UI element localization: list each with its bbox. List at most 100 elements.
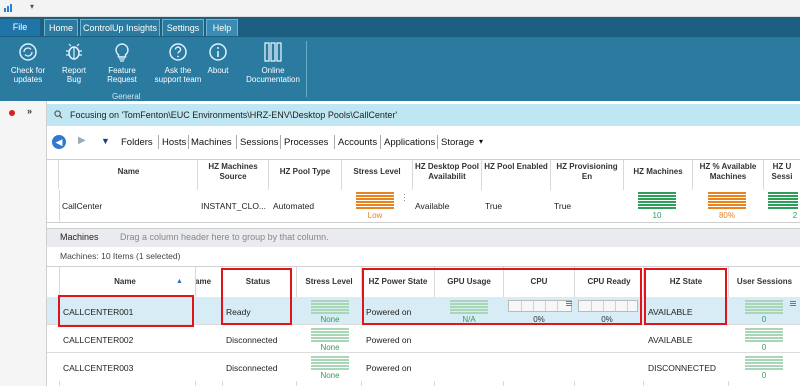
machine-stress: None: [320, 371, 340, 380]
pool-col-pool-type[interactable]: HZ Pool Type: [269, 167, 341, 177]
machine-sessions: 0: [761, 315, 767, 324]
machine-power-state: Powered on: [366, 363, 412, 373]
tab-settings[interactable]: Settings: [162, 19, 204, 36]
ask-support-label: Ask the support team: [154, 66, 202, 84]
pool-col-machines[interactable]: HZ Machines: [624, 167, 692, 177]
online-documentation-button[interactable]: Online Documentation: [244, 41, 302, 84]
forward-arrow-icon[interactable]: ▶: [78, 135, 86, 146]
pool-name: CallCenter: [62, 201, 103, 211]
focus-path-text: Focusing on 'TomFenton\EUC Environments\…: [70, 110, 398, 120]
report-bug-label: Report Bug: [61, 66, 86, 84]
documentation-icon: [264, 42, 282, 62]
stress-gauge: [311, 300, 349, 315]
search-icon: [54, 110, 63, 119]
sessions-gauge: [745, 328, 783, 343]
check-updates-label: Check for updates: [10, 66, 46, 84]
nav-applications[interactable]: Applications: [384, 137, 435, 148]
tab-help[interactable]: Help: [206, 19, 238, 36]
machine-stress: None: [320, 343, 340, 352]
pool-col-provisioning[interactable]: HZ Provisioning En: [551, 162, 623, 182]
app-icon: [4, 4, 14, 12]
sessions-gauge: [768, 192, 798, 210]
ask-support-button[interactable]: Ask the support team: [148, 41, 208, 84]
nav-sessions[interactable]: Sessions: [240, 137, 279, 148]
storage-dropdown-icon[interactable]: ▾: [479, 137, 483, 146]
mcol-name-partial[interactable]: ame: [195, 277, 219, 287]
feature-request-label: Feature Request: [107, 66, 137, 84]
pool-provisioning: True: [554, 201, 572, 211]
machine-name: CALLCENTER003: [63, 363, 134, 373]
pool-enabled: True: [485, 201, 503, 211]
feature-request-button[interactable]: Feature Request: [100, 41, 144, 84]
machines-panel-title: Machines: [60, 232, 99, 242]
nav-storage[interactable]: Storage: [441, 137, 474, 148]
machines-count: Machines: 10 Items (1 selected): [60, 251, 181, 261]
nav-separator: [280, 135, 281, 149]
nav-separator: [236, 135, 237, 149]
pool-col-sessions[interactable]: HZ U Sessi: [764, 162, 800, 182]
machine-power-state: Powered on: [366, 335, 412, 345]
pool-col-source[interactable]: HZ Machines Source: [198, 162, 268, 182]
mcol-stress[interactable]: Stress Level: [297, 277, 361, 287]
stress-gauge: [311, 328, 349, 343]
sort-ascending-icon[interactable]: ▲: [176, 278, 183, 285]
question-icon: [169, 43, 187, 61]
refresh-icon: [19, 43, 37, 61]
pool-sessions-value: 2: [792, 211, 798, 220]
back-arrow-icon[interactable]: ◀: [52, 135, 66, 149]
check-updates-button[interactable]: Check for updates: [6, 41, 50, 84]
highlight-hz-state: [644, 268, 727, 325]
pool-stress-value: Low: [367, 211, 383, 220]
sessions-gauge: [745, 356, 783, 371]
about-button[interactable]: About: [202, 41, 234, 75]
left-tree-panel: [0, 101, 47, 386]
machines-gauge: [638, 192, 676, 210]
mcol-name[interactable]: Name: [60, 277, 190, 287]
tab-file[interactable]: File: [0, 19, 40, 36]
ribbon-panel: Check for updates Report Bug Feature Req…: [0, 37, 800, 101]
nav-accounts[interactable]: Accounts: [338, 137, 377, 148]
nav-separator: [380, 135, 381, 149]
tab-home[interactable]: Home: [44, 19, 78, 36]
nav-separator: [334, 135, 335, 149]
ribbon-divider: [306, 41, 307, 97]
title-bar: ▾: [0, 0, 800, 17]
pool-available-pct-value: 80%: [718, 211, 735, 220]
online-documentation-label: Online Documentation: [246, 66, 300, 84]
nav-machines[interactable]: Machines: [191, 137, 232, 148]
ribbon-group-label: General: [112, 92, 141, 101]
machine-hz-state: AVAILABLE: [648, 335, 693, 345]
nav-processes[interactable]: Processes: [284, 137, 328, 148]
row-indicator-header: [47, 160, 59, 189]
quick-access-dropdown-icon[interactable]: ▾: [30, 2, 34, 11]
nav-folders[interactable]: Folders: [121, 137, 153, 148]
pool-col-enabled[interactable]: HZ Pool Enabled: [482, 162, 550, 172]
row-indicator: [47, 190, 60, 222]
nav-hosts[interactable]: Hosts: [162, 137, 186, 148]
pool-col-available-pct[interactable]: HZ % Available Machines: [693, 162, 763, 182]
mcol-user-sessions[interactable]: User Sessions: [729, 277, 800, 287]
report-bug-button[interactable]: Report Bug: [56, 41, 92, 84]
group-by-hint: Drag a column header here to group by th…: [120, 232, 329, 242]
more-options-icon[interactable]: · · ·: [403, 191, 406, 205]
pool-machines-value: 10: [652, 211, 662, 220]
pool-col-availability[interactable]: HZ Desktop Pool Availabilit: [413, 162, 481, 182]
pool-col-stress[interactable]: Stress Level: [342, 167, 412, 177]
highlight-name: [58, 295, 194, 327]
machine-status: Disconnected: [226, 335, 278, 345]
ribbon-tab-bar: File Home ControlUp Insights Settings He…: [0, 17, 800, 37]
pool-col-name[interactable]: Name: [60, 167, 197, 177]
history-dropdown-icon[interactable]: ▼: [101, 136, 110, 146]
nav-separator: [188, 135, 189, 149]
machine-sessions: 0: [761, 371, 767, 380]
machine-sessions: 0: [761, 343, 767, 352]
expand-panel-icon[interactable]: »: [27, 106, 32, 116]
column-menu-icon[interactable]: [790, 301, 796, 307]
machine-hz-state: DISCONNECTED: [648, 363, 717, 373]
about-label: About: [207, 66, 229, 75]
tab-controlup-insights[interactable]: ControlUp Insights: [80, 19, 160, 36]
nav-separator: [437, 135, 438, 149]
bug-icon: [66, 43, 82, 60]
pool-source: INSTANT_CLO...: [201, 201, 267, 211]
stress-gauge: [311, 356, 349, 371]
